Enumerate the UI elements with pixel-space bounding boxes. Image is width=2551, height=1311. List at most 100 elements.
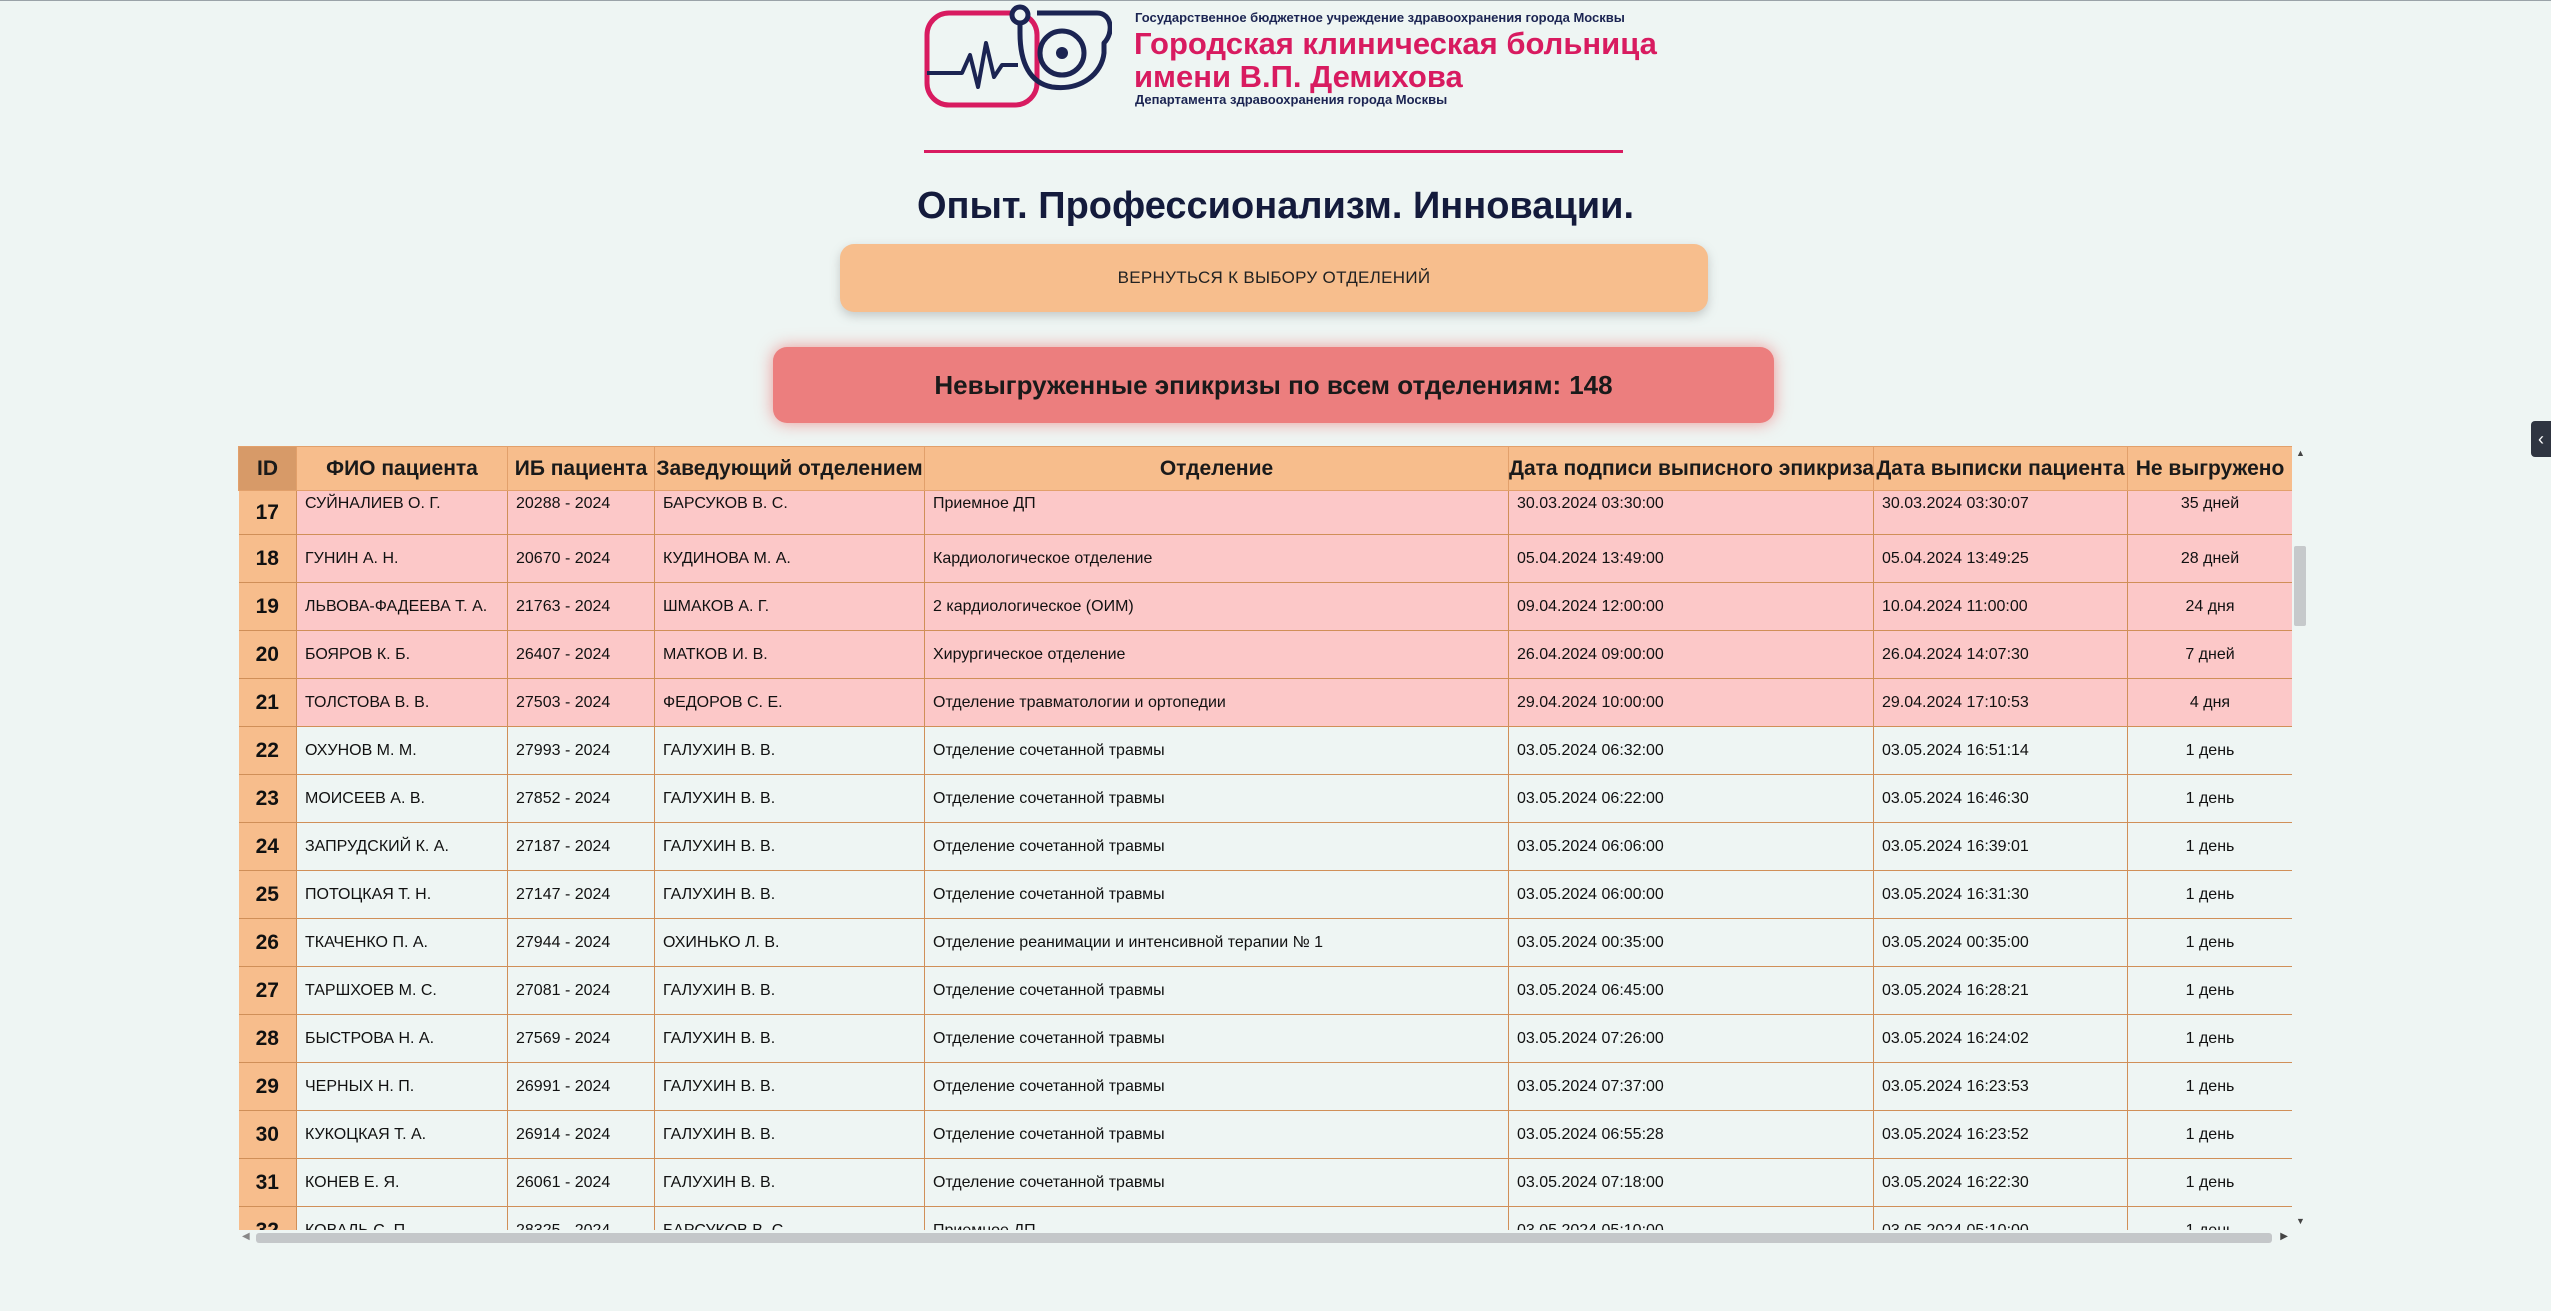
- table-row[interactable]: 23 МОИСЕЕВ А. В. 27852 - 2024 ГАЛУХИН В. В.…: [238, 774, 2292, 823]
- table-row[interactable]: 17 СУЙНАЛИЕВ О. Г. 20288 - 2024 БАРСУКОВ В.…: [238, 490, 2292, 535]
- horizontal-scroll-thumb[interactable]: [256, 1233, 2272, 1243]
- table-row[interactable]: 22 ОХУНОВ М. М. 27993 - 2024 ГАЛУХИН В. В. О…: [238, 726, 2292, 775]
- cell-not-exported: 1 день: [2127, 726, 2292, 775]
- cell-ib: 20288 - 2024: [507, 490, 655, 535]
- cell-sign-date: 03.05.2024 00:35:00: [1508, 918, 1874, 967]
- table-row[interactable]: 28 БЫСТРОВА Н. А. 27569 - 2024 ГАЛУХИН В. В…: [238, 1014, 2292, 1063]
- cell-patient-name: СУЙНАЛИЕВ О. Г.: [296, 490, 508, 535]
- scroll-left-arrow-icon[interactable]: ◀: [242, 1231, 250, 1242]
- cell-head-of-dept: ГАЛУХИН В. В.: [654, 822, 925, 871]
- cell-not-exported: 35 дней: [2127, 490, 2292, 535]
- table-row[interactable]: 32 КОВАЛЬ С. П. 28325 - 2024 БАРСУКОВ В. С.…: [238, 1206, 2292, 1232]
- cell-not-exported: 7 дней: [2127, 630, 2292, 679]
- vertical-scrollbar[interactable]: ▲ ▼: [2292, 446, 2308, 1232]
- cell-department: Отделение сочетанной травмы: [924, 726, 1509, 775]
- cell-not-exported: 1 день: [2127, 822, 2292, 871]
- cell-ib: 27081 - 2024: [507, 966, 655, 1015]
- cell-ib: 26991 - 2024: [507, 1062, 655, 1111]
- table-row[interactable]: 29 ЧЕРНЫХ Н. П. 26991 - 2024 ГАЛУХИН В. В. О…: [238, 1062, 2292, 1111]
- cell-head-of-dept: ШМАКОВ А. Г.: [654, 582, 925, 631]
- cell-patient-name: БОЯРОВ К. Б.: [296, 630, 508, 679]
- header-divider: [924, 150, 1623, 153]
- cell-department: Отделение реанимации и интенсивной терап…: [924, 918, 1509, 967]
- table-row[interactable]: 20 БОЯРОВ К. Б. 26407 - 2024 МАТКОВ И. В. Хи…: [238, 630, 2292, 679]
- cell-patient-name: ГУНИН А. Н.: [296, 534, 508, 583]
- cell-id: 27: [238, 966, 297, 1015]
- table-row[interactable]: 27 ТАРШХОЕВ М. С. 27081 - 2024 ГАЛУХИН В. В…: [238, 966, 2292, 1015]
- cell-discharge-date: 03.05.2024 16:51:14: [1873, 726, 2128, 775]
- cell-patient-name: КОНЕВ Е. Я.: [296, 1158, 508, 1207]
- cell-head-of-dept: БАРСУКОВ В. С.: [654, 1206, 925, 1232]
- column-header-sign-date[interactable]: Дата подписи выписного эпикриза: [1508, 446, 1874, 491]
- column-header-not-exported[interactable]: Не выгружено: [2127, 446, 2292, 491]
- cell-ib: 21763 - 2024: [507, 582, 655, 631]
- table-row[interactable]: 30 КУКОЦКАЯ Т. А. 26914 - 2024 ГАЛУХИН В. В…: [238, 1110, 2292, 1159]
- table-row[interactable]: 26 ТКАЧЕНКО П. А. 27944 - 2024 ОХИНЬКО Л. В…: [238, 918, 2292, 967]
- org-name-line1: Городская клиническая больница: [1134, 26, 1657, 61]
- side-panel-toggle[interactable]: ‹: [2531, 421, 2551, 457]
- table-row[interactable]: 24 ЗАПРУДСКИЙ К. А. 27187 - 2024 ГАЛУХИН В.…: [238, 822, 2292, 871]
- cell-sign-date: 03.05.2024 06:06:00: [1508, 822, 1874, 871]
- cell-head-of-dept: ГАЛУХИН В. В.: [654, 726, 925, 775]
- cell-department: Хирургическое отделение: [924, 630, 1509, 679]
- cell-head-of-dept: ГАЛУХИН В. В.: [654, 966, 925, 1015]
- cell-discharge-date: 03.05.2024 16:22:30: [1873, 1158, 2128, 1207]
- cell-discharge-date: 03.05.2024 16:46:30: [1873, 774, 2128, 823]
- cell-sign-date: 30.03.2024 03:30:00: [1508, 490, 1874, 535]
- cell-ib: 27503 - 2024: [507, 678, 655, 727]
- org-name-line2: имени В.П. Демихова: [1134, 59, 1463, 94]
- cell-sign-date: 03.05.2024 07:26:00: [1508, 1014, 1874, 1063]
- cell-patient-name: БЫСТРОВА Н. А.: [296, 1014, 508, 1063]
- cell-department: Отделение сочетанной травмы: [924, 1158, 1509, 1207]
- cell-discharge-date: 03.05.2024 16:24:02: [1873, 1014, 2128, 1063]
- cell-not-exported: 1 день: [2127, 1062, 2292, 1111]
- cell-department: Приемное ДП: [924, 490, 1509, 535]
- table-row[interactable]: 18 ГУНИН А. Н. 20670 - 2024 КУДИНОВА М. А. К…: [238, 534, 2292, 583]
- cell-ib: 26407 - 2024: [507, 630, 655, 679]
- cell-id: 18: [238, 534, 297, 583]
- horizontal-scrollbar[interactable]: ◀ ▶: [238, 1230, 2308, 1246]
- cell-sign-date: 03.05.2024 05:10:00: [1508, 1206, 1874, 1232]
- scroll-up-arrow-icon[interactable]: ▲: [2296, 448, 2305, 458]
- cell-discharge-date: 03.05.2024 16:31:30: [1873, 870, 2128, 919]
- cell-id: 25: [238, 870, 297, 919]
- cell-not-exported: 1 день: [2127, 1206, 2292, 1232]
- table-row[interactable]: 21 ТОЛСТОВА В. В. 27503 - 2024 ФЕДОРОВ С. Е…: [238, 678, 2292, 727]
- cell-discharge-date: 10.04.2024 11:00:00: [1873, 582, 2128, 631]
- cell-sign-date: 03.05.2024 07:18:00: [1508, 1158, 1874, 1207]
- cell-id: 26: [238, 918, 297, 967]
- column-header-head-of-dept[interactable]: Заведующий отделением: [654, 446, 925, 491]
- cell-discharge-date: 03.05.2024 16:23:53: [1873, 1062, 2128, 1111]
- cell-discharge-date: 29.04.2024 17:10:53: [1873, 678, 2128, 727]
- cell-id: 28: [238, 1014, 297, 1063]
- cell-head-of-dept: ГАЛУХИН В. В.: [654, 1014, 925, 1063]
- cell-department: Приемное ДП: [924, 1206, 1509, 1232]
- cell-ib: 28325 - 2024: [507, 1206, 655, 1232]
- cell-department: Отделение сочетанной травмы: [924, 1014, 1509, 1063]
- column-header-patient-name[interactable]: ФИО пациента: [296, 446, 508, 491]
- back-to-departments-button[interactable]: ВЕРНУТЬСЯ К ВЫБОРУ ОТДЕЛЕНИЙ: [840, 244, 1708, 312]
- unexported-counter-banner: Невыгруженные эпикризы по всем отделения…: [773, 347, 1774, 423]
- scroll-down-arrow-icon[interactable]: ▼: [2296, 1216, 2305, 1226]
- scroll-right-arrow-icon[interactable]: ▶: [2280, 1231, 2288, 1242]
- cell-discharge-date: 03.05.2024 16:39:01: [1873, 822, 2128, 871]
- vertical-scroll-thumb[interactable]: [2294, 546, 2306, 626]
- column-header-ib[interactable]: ИБ пациента: [507, 446, 655, 491]
- epicrisis-table-container[interactable]: ID ФИО пациента ИБ пациента Заведующий о…: [238, 446, 2292, 1232]
- table-row[interactable]: 25 ПОТОЦКАЯ Т. Н. 27147 - 2024 ГАЛУХИН В. В…: [238, 870, 2292, 919]
- table-row[interactable]: 19 ЛЬВОВА-ФАДЕЕВА Т. А. 21763 - 2024 ШМАКОВ…: [238, 582, 2292, 631]
- cell-id: 32: [238, 1206, 297, 1232]
- column-header-id[interactable]: ID: [238, 446, 297, 491]
- cell-ib: 27852 - 2024: [507, 774, 655, 823]
- cell-discharge-date: 03.05.2024 16:28:21: [1873, 966, 2128, 1015]
- column-header-discharge-date[interactable]: Дата выписки пациента: [1873, 446, 2128, 491]
- cell-discharge-date: 03.05.2024 05:10:00: [1873, 1206, 2128, 1232]
- cell-id: 22: [238, 726, 297, 775]
- cell-not-exported: 1 день: [2127, 966, 2292, 1015]
- table-row[interactable]: 31 КОНЕВ Е. Я. 26061 - 2024 ГАЛУХИН В. В. От…: [238, 1158, 2292, 1207]
- cell-not-exported: 1 день: [2127, 918, 2292, 967]
- cell-head-of-dept: ГАЛУХИН В. В.: [654, 1110, 925, 1159]
- column-header-department[interactable]: Отделение: [924, 446, 1509, 491]
- cell-sign-date: 29.04.2024 10:00:00: [1508, 678, 1874, 727]
- cell-ib: 26061 - 2024: [507, 1158, 655, 1207]
